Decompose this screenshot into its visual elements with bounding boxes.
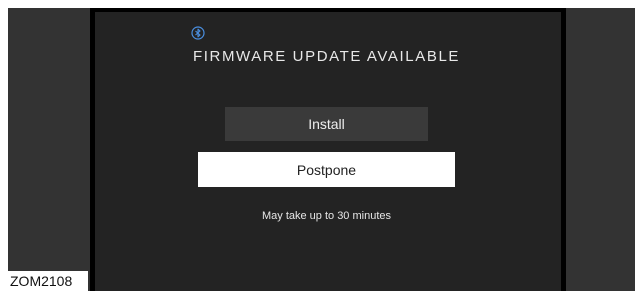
- figure-code-label: ZOM2108: [8, 271, 88, 291]
- postpone-button[interactable]: Postpone: [198, 152, 455, 187]
- figure-frame: FIRMWARE UPDATE AVAILABLE Install Postpo…: [0, 0, 643, 291]
- dialog-title: FIRMWARE UPDATE AVAILABLE: [193, 48, 460, 65]
- bluetooth-icon: [191, 26, 205, 40]
- install-button[interactable]: Install: [225, 107, 428, 141]
- duration-note: May take up to 30 minutes: [261, 210, 391, 222]
- left-side-panel: [8, 8, 90, 291]
- right-side-panel: [566, 8, 635, 291]
